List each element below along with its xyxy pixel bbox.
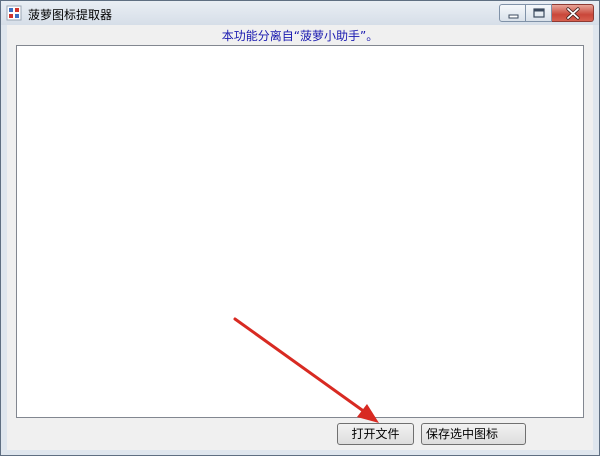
close-button[interactable] [552, 4, 594, 22]
feature-notice: 本功能分离自“菠萝小助手”。 [221, 29, 379, 43]
app-window: 菠萝图标提取器 本功能分离自“菠萝小助手”。 打开文件 保存选中图标 [0, 0, 600, 456]
minimize-icon [508, 14, 519, 19]
window-controls [499, 4, 594, 22]
pineapple-app-icon [6, 5, 22, 21]
maximize-button[interactable] [526, 4, 552, 22]
icon-list-box[interactable] [16, 45, 584, 418]
window-title: 菠萝图标提取器 [28, 8, 113, 22]
open-file-button[interactable]: 打开文件 [337, 423, 414, 445]
client-area: 本功能分离自“菠萝小助手”。 打开文件 保存选中图标 [7, 25, 593, 450]
title-bar[interactable]: 菠萝图标提取器 [1, 1, 599, 25]
close-icon [566, 7, 580, 20]
minimize-button[interactable] [499, 4, 526, 22]
save-selected-icon-button[interactable]: 保存选中图标 [421, 423, 526, 445]
maximize-icon [533, 8, 545, 18]
